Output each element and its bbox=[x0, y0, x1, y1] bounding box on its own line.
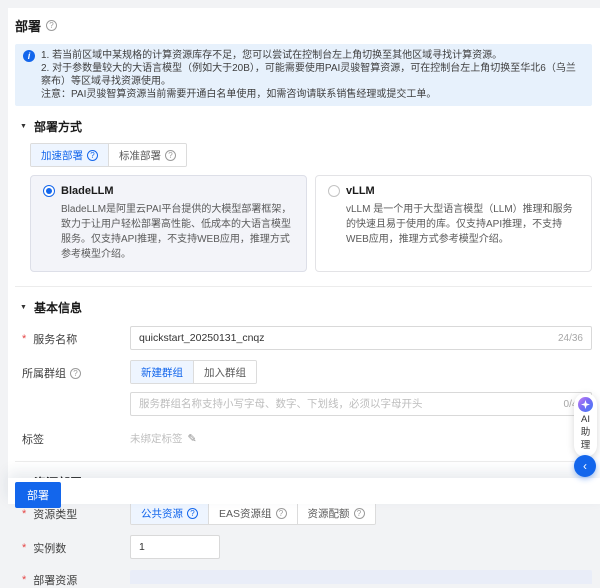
deploy-resource-row: 部署资源 bbox=[15, 567, 592, 588]
group-label-wrap: 所属群组 ? bbox=[15, 360, 130, 381]
card-vllm[interactable]: vLLM vLLM 是一个用于大型语言模型（LLM）推理和服务的快速且易于使用的… bbox=[315, 175, 592, 272]
page-title: 部署 bbox=[15, 16, 41, 35]
radio-vllm[interactable] bbox=[328, 185, 340, 197]
banner-line: 1. 若当前区域中某规格的计算资源库存不足，您可以尝试在控制台左上角切换至其他区… bbox=[41, 49, 582, 62]
card-head: vLLM bbox=[328, 185, 579, 197]
ai-assistant-label: AI bbox=[581, 414, 590, 425]
tab-new-group[interactable]: 新建群组 bbox=[131, 361, 194, 383]
tab-join-group[interactable]: 加入群组 bbox=[194, 361, 256, 383]
banner-line: 注意：PAI灵骏智算资源当前需要开通白名单使用，如需咨询请联系销售经理或提交工单… bbox=[41, 88, 582, 101]
ai-assistant-label: 理 bbox=[581, 440, 591, 451]
resource-type-row: 资源类型 公共资源 ? EAS资源组 ? 资源配额 ? bbox=[15, 501, 592, 525]
info-banner: i 1. 若当前区域中某规格的计算资源库存不足，您可以尝试在控制台左上角切换至其… bbox=[15, 44, 592, 106]
instance-count-row: 实例数 bbox=[15, 535, 592, 559]
service-name-row: 服务名称 24/36 bbox=[15, 326, 592, 350]
instance-count-ctrl bbox=[130, 535, 592, 559]
section-title: 基本信息 bbox=[34, 299, 82, 316]
instance-count-inputbox bbox=[130, 535, 220, 559]
ai-assistant-widget[interactable]: AI 助 理 bbox=[574, 393, 597, 457]
tab-label: 资源配额 bbox=[308, 506, 350, 521]
tags-row: 标签 未绑定标签 ✎ bbox=[15, 426, 592, 447]
help-icon[interactable]: ? bbox=[70, 368, 81, 379]
deploy-resource-table-header bbox=[130, 570, 592, 584]
tab-label: 公共资源 bbox=[141, 506, 183, 521]
edit-tags-icon[interactable]: ✎ bbox=[188, 432, 197, 445]
group-name-inputbox: 0/45 bbox=[130, 392, 592, 416]
card-title: vLLM bbox=[346, 185, 375, 197]
tab-label: 加速部署 bbox=[41, 148, 83, 163]
help-icon[interactable]: ? bbox=[87, 150, 98, 161]
deploy-resource-ctrl bbox=[130, 567, 592, 584]
instance-count-input[interactable] bbox=[139, 541, 211, 553]
resource-type-label: 资源类型 bbox=[15, 501, 130, 522]
deploy-page-panel: 部署 ? i 1. 若当前区域中某规格的计算资源库存不足，您可以尝试在控制台左上… bbox=[8, 8, 600, 504]
service-name-ctrl: 24/36 bbox=[130, 326, 592, 350]
group-row: 所属群组 ? 新建群组 加入群组 0/45 bbox=[15, 360, 592, 416]
help-icon[interactable]: ? bbox=[276, 508, 287, 519]
tags-value: 未绑定标签 bbox=[130, 431, 183, 446]
group-label: 所属群组 bbox=[22, 365, 66, 381]
service-name-inputbox: 24/36 bbox=[130, 326, 592, 350]
group-name-input[interactable] bbox=[139, 398, 556, 410]
group-ctrl: 新建群组 加入群组 0/45 bbox=[130, 360, 592, 416]
service-name-counter: 24/36 bbox=[558, 333, 583, 344]
tags-label: 标签 bbox=[15, 426, 130, 447]
page-header: 部署 ? bbox=[15, 16, 592, 35]
group-tabs: 新建群组 加入群组 bbox=[130, 360, 257, 384]
radio-bladellm[interactable] bbox=[43, 185, 55, 197]
tags-ctrl: 未绑定标签 ✎ bbox=[130, 426, 592, 446]
card-head: BladeLLM bbox=[43, 185, 294, 197]
tab-standard-deploy[interactable]: 标准部署 ? bbox=[109, 144, 186, 166]
tab-label: 加入群组 bbox=[204, 365, 246, 380]
help-icon[interactable]: ? bbox=[165, 150, 176, 161]
divider bbox=[15, 461, 592, 462]
deploy-method-tabs: 加速部署 ? 标准部署 ? bbox=[30, 143, 187, 167]
card-bladellm[interactable]: BladeLLM BladeLLM是阿里云PAI平台提供的大模型部署框架，致力于… bbox=[30, 175, 307, 272]
page-title-help-icon[interactable]: ? bbox=[46, 20, 57, 31]
info-icon: i bbox=[23, 50, 35, 62]
tab-label: 标准部署 bbox=[119, 148, 161, 163]
framework-cards: BladeLLM BladeLLM是阿里云PAI平台提供的大模型部署框架，致力于… bbox=[30, 175, 592, 272]
collapse-caret-icon: ▼ bbox=[20, 123, 27, 130]
tab-label: 新建群组 bbox=[141, 365, 183, 380]
banner-line: 2. 对于参数量较大的大语言模型（例如大于20B），可能需要使用PAI灵骏智算资… bbox=[41, 62, 582, 88]
ai-assistant-label: 助 bbox=[581, 427, 591, 438]
collapse-panel-button[interactable]: ‹ bbox=[574, 455, 596, 477]
footer-bar: 部署 bbox=[8, 478, 600, 504]
service-name-input[interactable] bbox=[139, 332, 550, 344]
help-icon[interactable]: ? bbox=[354, 508, 365, 519]
help-icon[interactable]: ? bbox=[187, 508, 198, 519]
tab-accelerated-deploy[interactable]: 加速部署 ? bbox=[31, 144, 109, 166]
section-basic-info[interactable]: ▼ 基本信息 bbox=[20, 299, 592, 316]
tags-value-wrap: 未绑定标签 ✎ bbox=[130, 426, 592, 446]
info-banner-text: 1. 若当前区域中某规格的计算资源库存不足，您可以尝试在控制台左上角切换至其他区… bbox=[41, 49, 582, 101]
card-description: BladeLLM是阿里云PAI平台提供的大模型部署框架，致力于让用户轻松部署高性… bbox=[61, 202, 294, 262]
resource-type-ctrl: 公共资源 ? EAS资源组 ? 资源配额 ? bbox=[130, 501, 592, 525]
tab-resource-quota[interactable]: 资源配额 ? bbox=[298, 502, 375, 524]
tab-eas-resource-group[interactable]: EAS资源组 ? bbox=[209, 502, 298, 524]
resource-type-tabs: 公共资源 ? EAS资源组 ? 资源配额 ? bbox=[130, 501, 376, 525]
ai-sparkle-icon bbox=[578, 397, 593, 412]
service-name-label: 服务名称 bbox=[15, 326, 130, 347]
collapse-caret-icon: ▼ bbox=[20, 304, 27, 311]
divider bbox=[15, 286, 592, 287]
tab-public-resource[interactable]: 公共资源 ? bbox=[131, 502, 209, 524]
card-description: vLLM 是一个用于大型语言模型（LLM）推理和服务的快速且易于使用的库。仅支持… bbox=[346, 202, 579, 247]
instance-count-label: 实例数 bbox=[15, 535, 130, 556]
deploy-resource-label: 部署资源 bbox=[15, 567, 130, 588]
section-deploy-method[interactable]: ▼ 部署方式 bbox=[20, 118, 592, 135]
card-title: BladeLLM bbox=[61, 185, 114, 197]
tab-label: EAS资源组 bbox=[219, 506, 272, 521]
section-title: 部署方式 bbox=[34, 118, 82, 135]
